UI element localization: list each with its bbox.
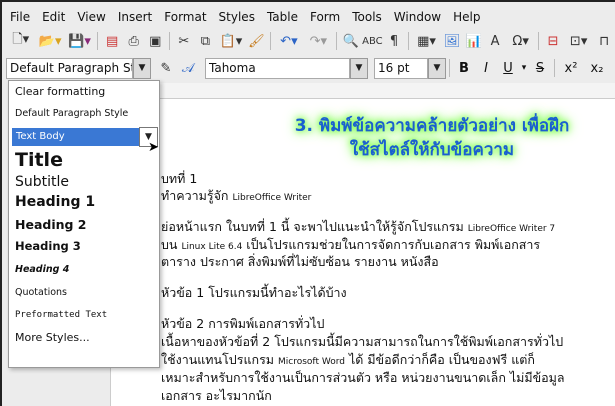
doc-text: LibreOffice Writer 7 xyxy=(467,224,556,234)
toolbar-separator xyxy=(538,32,540,50)
style-clear-formatting[interactable]: Clear formatting xyxy=(15,85,105,98)
paragraph-style-dropdown: Clear formatting Default Paragraph Style… xyxy=(8,80,160,368)
style-heading-1[interactable]: Heading 1 xyxy=(15,194,95,210)
underline-button[interactable]: U xyxy=(497,61,519,76)
update-style-icon[interactable]: ✎ xyxy=(155,57,177,79)
doc-paragraph-line: เนื้อหาของหัวข้อที่ 2 โปรแกรมนี้มีความสา… xyxy=(161,334,564,349)
font-size-combo[interactable]: 16 pt xyxy=(374,57,428,79)
doc-text: ใช้งานแทนโปรแกรม xyxy=(161,352,279,367)
italic-button[interactable]: I xyxy=(475,61,497,76)
toolbar-separator xyxy=(407,32,409,50)
doc-text: บน xyxy=(161,237,182,252)
insert-table-icon[interactable]: ▦▾ xyxy=(412,30,441,52)
find-replace-icon[interactable]: 🔍 xyxy=(340,30,362,52)
paragraph-style-combo[interactable]: Default Paragraph Styl xyxy=(6,57,133,79)
doc-text: ทำความรู้จัก xyxy=(161,188,233,203)
insert-chart-icon[interactable]: 📊 xyxy=(463,30,485,52)
new-document-icon[interactable]: 🗋▾ xyxy=(6,30,35,52)
doc-text: เป็นโปรแกรมช่วยในการจัดการกับเอกสาร พิมพ… xyxy=(242,237,541,252)
undo-icon[interactable]: ↶▾ xyxy=(274,30,303,52)
instruction-banner: 3. พิมพ์ข้อความคล้ายตัวอย่าง เพื่อฝึก ใช… xyxy=(252,114,612,162)
toolbar-separator xyxy=(97,32,99,50)
doc-text: ย่อหน้าแรก ในบทที่ 1 นี้ จะพาไปแนะนำให้ร… xyxy=(161,219,468,234)
toolbar-separator xyxy=(169,32,171,50)
banner-line-1: 3. พิมพ์ข้อความคล้ายตัวอย่าง เพื่อฝึก xyxy=(294,116,570,136)
open-folder-icon[interactable]: 📂▾ xyxy=(35,30,64,52)
style-title[interactable]: Title xyxy=(15,149,63,171)
doc-text: Linux Lite 6.4 xyxy=(181,242,243,252)
insert-field-icon[interactable]: ⊡▾ xyxy=(564,30,593,52)
formatting-toolbar: Default Paragraph Styl ▼ ✎ 𝒜 Tahoma ▼ 16… xyxy=(2,55,615,81)
cut-icon[interactable]: ✂ xyxy=(173,30,195,52)
style-heading-2[interactable]: Heading 2 xyxy=(15,217,87,232)
doc-paragraph-line: ใช้งานแทนโปรแกรม Microsoft Word ได้ มีข้… xyxy=(161,350,535,370)
underline-options-icon[interactable]: ▾ xyxy=(519,63,529,73)
insert-special-char-icon[interactable]: Ω▾ xyxy=(506,30,535,52)
menu-table[interactable]: Table xyxy=(261,10,304,24)
menu-form[interactable]: Form xyxy=(304,10,346,24)
style-default-paragraph[interactable]: Default Paragraph Style xyxy=(15,108,128,119)
print-icon[interactable]: ⎙ xyxy=(123,30,145,52)
style-subtitle[interactable]: Subtitle xyxy=(15,174,69,190)
superscript-button[interactable]: x² xyxy=(558,61,584,76)
chevron-down-icon[interactable]: ▼ xyxy=(428,57,446,79)
menu-view[interactable]: View xyxy=(71,10,111,24)
doc-title-line: ทำความรู้จัก LibreOffice Writer xyxy=(161,186,311,206)
doc-heading-line: หัวข้อ 2 การพิมพ์เอกสารทั่วไป xyxy=(161,316,325,331)
insert-image-icon[interactable]: 🖼 xyxy=(441,30,463,52)
strikethrough-button[interactable]: S xyxy=(529,61,551,76)
menu-edit[interactable]: Edit xyxy=(36,10,71,24)
clone-formatting-icon[interactable]: 🖌 xyxy=(246,30,268,52)
spelling-icon[interactable]: ABC xyxy=(362,30,384,52)
save-icon[interactable]: 💾▾ xyxy=(65,30,94,52)
menu-styles[interactable]: Styles xyxy=(213,10,261,24)
menu-file[interactable]: File xyxy=(4,10,36,24)
style-text-body[interactable]: Text Body xyxy=(12,128,139,146)
insert-text-box-icon[interactable]: A xyxy=(484,30,506,52)
bold-button[interactable]: B xyxy=(453,61,475,76)
horizontal-ruler[interactable] xyxy=(122,83,615,99)
doc-paragraph-line: ย่อหน้าแรก ในบทที่ 1 นี้ จะพาไปแนะนำให้ร… xyxy=(161,217,555,237)
toolbar-separator xyxy=(336,32,338,50)
doc-text: ได้ มีข้อดีกว่าก็คือ เป็นของฟรี แต่ก็ xyxy=(344,352,535,367)
app-window: File Edit View Insert Format Styles Tabl… xyxy=(0,0,615,406)
menu-format[interactable]: Format xyxy=(158,10,212,24)
menubar: File Edit View Insert Format Styles Tabl… xyxy=(4,6,486,28)
paste-icon[interactable]: 📋▾ xyxy=(216,30,245,52)
style-more-styles[interactable]: More Styles... xyxy=(15,331,90,344)
header-footer-icon[interactable]: ⊓ xyxy=(593,30,615,52)
font-name-combo[interactable]: Tahoma xyxy=(205,57,350,79)
menu-insert[interactable]: Insert xyxy=(112,10,158,24)
style-preformatted-text[interactable]: Preformatted Text xyxy=(15,310,107,320)
style-heading-3[interactable]: Heading 3 xyxy=(15,239,81,253)
chevron-down-icon[interactable]: ▼ xyxy=(133,57,151,79)
doc-text: Microsoft Word xyxy=(278,357,345,367)
doc-text: LibreOffice Writer xyxy=(232,193,312,203)
mouse-cursor-icon: ➤ xyxy=(148,140,159,155)
menu-help[interactable]: Help xyxy=(447,10,486,24)
style-heading-4[interactable]: Heading 4 xyxy=(15,264,69,275)
toolbar-separator xyxy=(270,32,272,50)
redo-icon[interactable]: ↷▾ xyxy=(304,30,333,52)
print-preview-icon[interactable]: ▣ xyxy=(144,30,166,52)
copy-icon[interactable]: ⧉ xyxy=(195,30,217,52)
menu-window[interactable]: Window xyxy=(388,10,447,24)
page-break-icon[interactable]: ⊟ xyxy=(542,30,564,52)
chevron-down-icon[interactable]: ▼ xyxy=(350,57,368,79)
formatting-marks-icon[interactable]: ¶ xyxy=(383,30,405,52)
doc-paragraph-line: เอกสาร อะไรมากนัก xyxy=(161,388,272,403)
standard-toolbar: 🗋▾ 📂▾ 💾▾ ▤ ⎙ ▣ ✂ ⧉ 📋▾ 🖌 ↶▾ ↷▾ 🔍 ABC ¶ ▦▾… xyxy=(2,28,615,54)
banner-line-2: ใช้สไตล์ให้กับข้อความ xyxy=(349,140,515,160)
new-style-icon[interactable]: 𝒜 xyxy=(177,57,199,79)
toolbar-separator xyxy=(554,59,555,77)
subscript-button[interactable]: x₂ xyxy=(584,61,610,76)
doc-paragraph-line: เหมาะสำหรับการใช้งานเป็นการส่วนตัว หรือ … xyxy=(161,370,565,385)
doc-paragraph-line: ตาราง ประกาศ สิ่งพิมพ์ที่ไม่ซับซ้อน รายง… xyxy=(161,254,439,269)
doc-heading-line: หัวข้อ 1 โปรแกรมนี้ทำอะไรได้บ้าง xyxy=(161,285,347,300)
export-pdf-icon[interactable]: ▤ xyxy=(101,30,123,52)
menu-tools[interactable]: Tools xyxy=(346,10,388,24)
toolbar-separator xyxy=(449,59,450,77)
style-quotations[interactable]: Quotations xyxy=(15,287,67,298)
